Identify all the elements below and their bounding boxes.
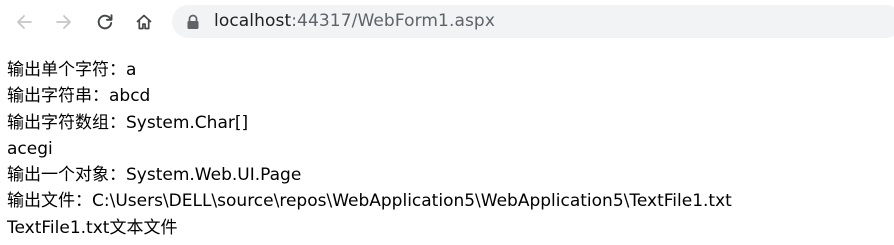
output-line: 输出文件：C:\Users\DELL\source\repos\WebAppli… [7,191,732,212]
page-content: 输出单个字符：a 输出字符串：abcd 输出字符数组：System.Char[]… [7,57,887,241]
reload-button[interactable] [89,6,121,38]
output-line: 输出单个字符：a [7,60,137,80]
url-text[interactable]: localhost:44317/WebForm1.aspx [214,5,495,38]
output-line: 输出字符数组：System.Char[] [7,112,249,133]
forward-button[interactable] [48,6,80,38]
lock-icon[interactable] [186,14,200,30]
home-button[interactable] [128,6,160,38]
output-line: acegi [7,138,53,159]
arrow-right-icon [56,15,71,29]
home-icon [136,14,152,30]
output-line: 输出一个对象：System.Web.UI.Page [7,165,302,186]
url-host: localhost [214,11,292,31]
back-button[interactable] [8,6,40,38]
output-line: 输出字符串：abcd [7,86,151,107]
arrow-left-icon [17,15,32,29]
address-bar[interactable]: localhost:44317/WebForm1.aspx [172,5,894,38]
url-path: :44317/WebForm1.aspx [291,11,495,31]
output-line: TextFile1.txt文本文件 [7,217,178,238]
browser-toolbar: localhost:44317/WebForm1.aspx [0,0,894,44]
reload-icon [97,14,113,30]
